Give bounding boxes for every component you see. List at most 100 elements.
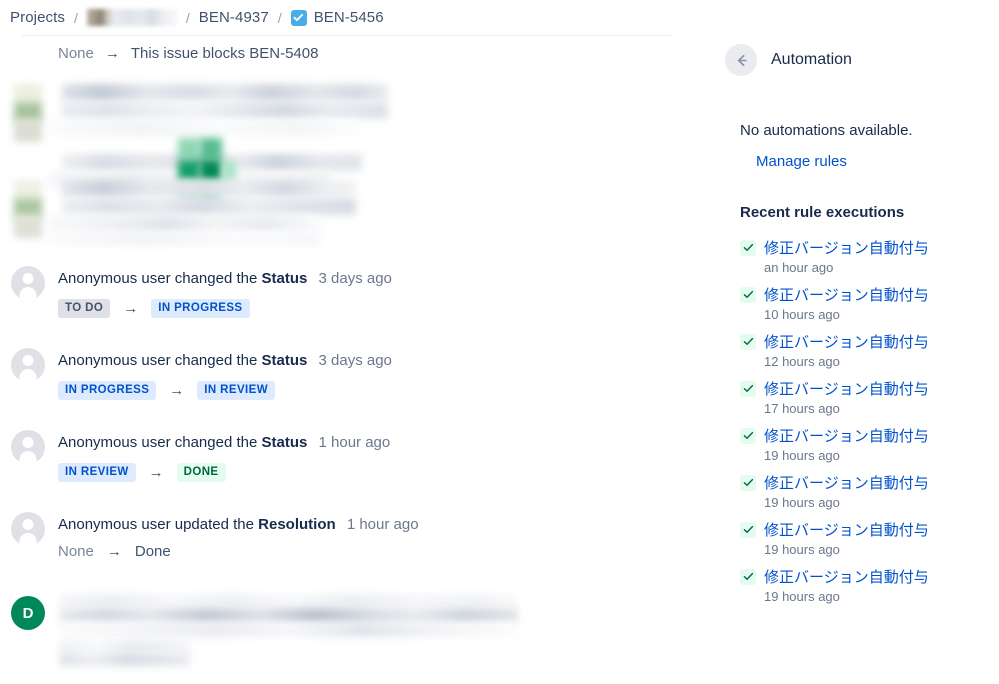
activity-verb: updated the bbox=[174, 516, 254, 533]
rule-name[interactable]: 修正バージョン自動付与 bbox=[764, 425, 929, 446]
breadcrumb-separator-1: / bbox=[74, 9, 78, 26]
resolution-arrow-icon: → bbox=[106, 543, 122, 560]
activity-actor: Anonymous user bbox=[58, 516, 171, 533]
activity-actor: Anonymous user bbox=[58, 434, 171, 451]
breadcrumb: Projects / / BEN-4937 / BEN-5456 bbox=[0, 9, 384, 26]
automation-panel-header: Automation bbox=[725, 44, 852, 76]
rule-name[interactable]: 修正バージョン自動付与 bbox=[764, 519, 929, 540]
rule-name[interactable]: 修正バージョン自動付与 bbox=[764, 472, 929, 493]
rule-time: 12 hours ago bbox=[764, 354, 840, 369]
check-icon bbox=[740, 521, 756, 538]
activity-field: Resolution bbox=[258, 516, 336, 533]
avatar-head-shape bbox=[22, 355, 34, 366]
rule-row: 修正バージョン自動付与 bbox=[740, 566, 990, 587]
activity-summary: Anonymous user changed the Status 1 hour… bbox=[58, 434, 390, 451]
activity-actor: Anonymous user bbox=[58, 270, 171, 287]
avatar[interactable] bbox=[11, 512, 45, 546]
status-arrow-icon: → bbox=[123, 300, 139, 317]
avatar-body-shape bbox=[19, 287, 37, 300]
breadcrumb-current-issue[interactable]: BEN-5456 bbox=[290, 9, 384, 26]
status-badge-from: TO DO bbox=[58, 299, 111, 318]
breadcrumb-parent-issue[interactable]: BEN-4937 bbox=[199, 9, 269, 26]
avatar-initial[interactable]: D bbox=[11, 596, 45, 630]
manage-rules-link[interactable]: Manage rules bbox=[756, 153, 847, 170]
rule-time: 19 hours ago bbox=[764, 542, 840, 557]
status-badge-to: DONE bbox=[176, 463, 226, 482]
activity-time: 1 hour ago bbox=[346, 516, 419, 533]
rule-name[interactable]: 修正バージョン自動付与 bbox=[764, 284, 929, 305]
avatar-body-shape bbox=[19, 369, 37, 382]
status-badge-from: IN REVIEW bbox=[58, 463, 136, 482]
avatar-body-shape bbox=[19, 451, 37, 464]
rule-time: an hour ago bbox=[764, 260, 834, 275]
list-item: 修正バージョン自動付与 10 hours ago bbox=[740, 284, 990, 322]
status-arrow-icon: → bbox=[148, 464, 164, 481]
rule-time: 17 hours ago bbox=[764, 401, 840, 416]
activity-status-change: IN REVIEW → DONE bbox=[58, 463, 226, 482]
list-item: 修正バージョン自動付与 19 hours ago bbox=[740, 519, 990, 557]
back-arrow-icon[interactable] bbox=[725, 44, 757, 76]
breadcrumb-separator-2: / bbox=[185, 9, 190, 26]
list-item: 修正バージョン自動付与 17 hours ago bbox=[740, 378, 990, 416]
avatar-initial-letter: D bbox=[22, 604, 34, 622]
rule-row: 修正バージョン自動付与 bbox=[740, 331, 990, 352]
resolution-from: None bbox=[58, 543, 94, 560]
activity-time: 1 hour ago bbox=[318, 434, 391, 451]
rule-name[interactable]: 修正バージョン自動付与 bbox=[764, 566, 929, 587]
check-icon bbox=[740, 333, 756, 350]
activity-feed: None → This issue blocks BEN-5408 Anonym… bbox=[0, 36, 700, 684]
check-icon bbox=[740, 239, 756, 256]
breadcrumb-separator-3: / bbox=[277, 9, 282, 26]
rule-time: 19 hours ago bbox=[764, 495, 840, 510]
avatar[interactable] bbox=[11, 430, 45, 464]
avatar[interactable] bbox=[11, 266, 45, 300]
rule-row: 修正バージョン自動付与 bbox=[740, 425, 990, 446]
task-checkbox-icon bbox=[290, 9, 307, 26]
avatar-head-shape bbox=[22, 437, 34, 448]
rule-row: 修正バージョン自動付与 bbox=[740, 284, 990, 305]
avatar-head-shape bbox=[22, 273, 34, 284]
rule-name[interactable]: 修正バージョン自動付与 bbox=[764, 331, 929, 352]
rule-name[interactable]: 修正バージョン自動付与 bbox=[764, 378, 929, 399]
rule-name[interactable]: 修正バージョン自動付与 bbox=[764, 237, 929, 258]
rule-execution-list: 修正バージョン自動付与 an hour ago 修正バージョン自動付与 10 h… bbox=[740, 237, 990, 604]
activity-status-change: IN PROGRESS → IN REVIEW bbox=[58, 381, 275, 400]
panel-title: Automation bbox=[771, 51, 852, 68]
avatar[interactable] bbox=[11, 348, 45, 382]
activity-field: Status bbox=[261, 270, 308, 287]
activity-status-change: TO DO → IN PROGRESS bbox=[58, 299, 250, 318]
issue-detail-screen: Projects / / BEN-4937 / BEN-5456 None → … bbox=[0, 0, 999, 684]
rule-row: 修正バージョン自動付与 bbox=[740, 237, 990, 258]
status-badge-to: IN REVIEW bbox=[197, 381, 275, 400]
activity-time: 3 days ago bbox=[318, 352, 392, 369]
list-item: 修正バージョン自動付与 an hour ago bbox=[740, 237, 990, 275]
automation-panel: Automation No automations available. Man… bbox=[700, 0, 999, 684]
list-item: 修正バージョン自動付与 19 hours ago bbox=[740, 472, 990, 510]
resolution-to: Done bbox=[134, 543, 171, 560]
breadcrumb-projects[interactable]: Projects bbox=[10, 9, 65, 26]
list-item: 修正バージョン自動付与 19 hours ago bbox=[740, 566, 990, 604]
activity-verb: changed the bbox=[174, 352, 258, 369]
automation-panel-body: No automations available. Manage rules R… bbox=[740, 122, 990, 613]
list-item: 修正バージョン自動付与 19 hours ago bbox=[740, 425, 990, 463]
activity-actor: Anonymous user bbox=[58, 352, 171, 369]
rule-row: 修正バージョン自動付与 bbox=[740, 378, 990, 399]
link-change-from: None bbox=[58, 45, 94, 62]
check-icon bbox=[740, 286, 756, 303]
recent-rule-executions-heading: Recent rule executions bbox=[740, 204, 905, 221]
link-change-to: This issue blocks BEN-5408 bbox=[130, 45, 319, 62]
link-change-arrow-icon: → bbox=[104, 45, 120, 62]
rule-time: 19 hours ago bbox=[764, 448, 840, 463]
check-icon bbox=[740, 474, 756, 491]
rule-row: 修正バージョン自動付与 bbox=[740, 472, 990, 493]
activity-field: Status bbox=[261, 434, 308, 451]
status-arrow-icon: → bbox=[169, 382, 185, 399]
breadcrumb-project-redacted[interactable] bbox=[86, 9, 177, 26]
check-icon bbox=[740, 380, 756, 397]
rule-row: 修正バージョン自動付与 bbox=[740, 519, 990, 540]
activity-resolution-change: None → Done bbox=[58, 543, 171, 560]
activity-summary: Anonymous user changed the Status 3 days… bbox=[58, 270, 392, 287]
activity-time: 3 days ago bbox=[318, 270, 392, 287]
no-automations-message: No automations available. bbox=[740, 122, 913, 139]
check-icon bbox=[740, 427, 756, 444]
